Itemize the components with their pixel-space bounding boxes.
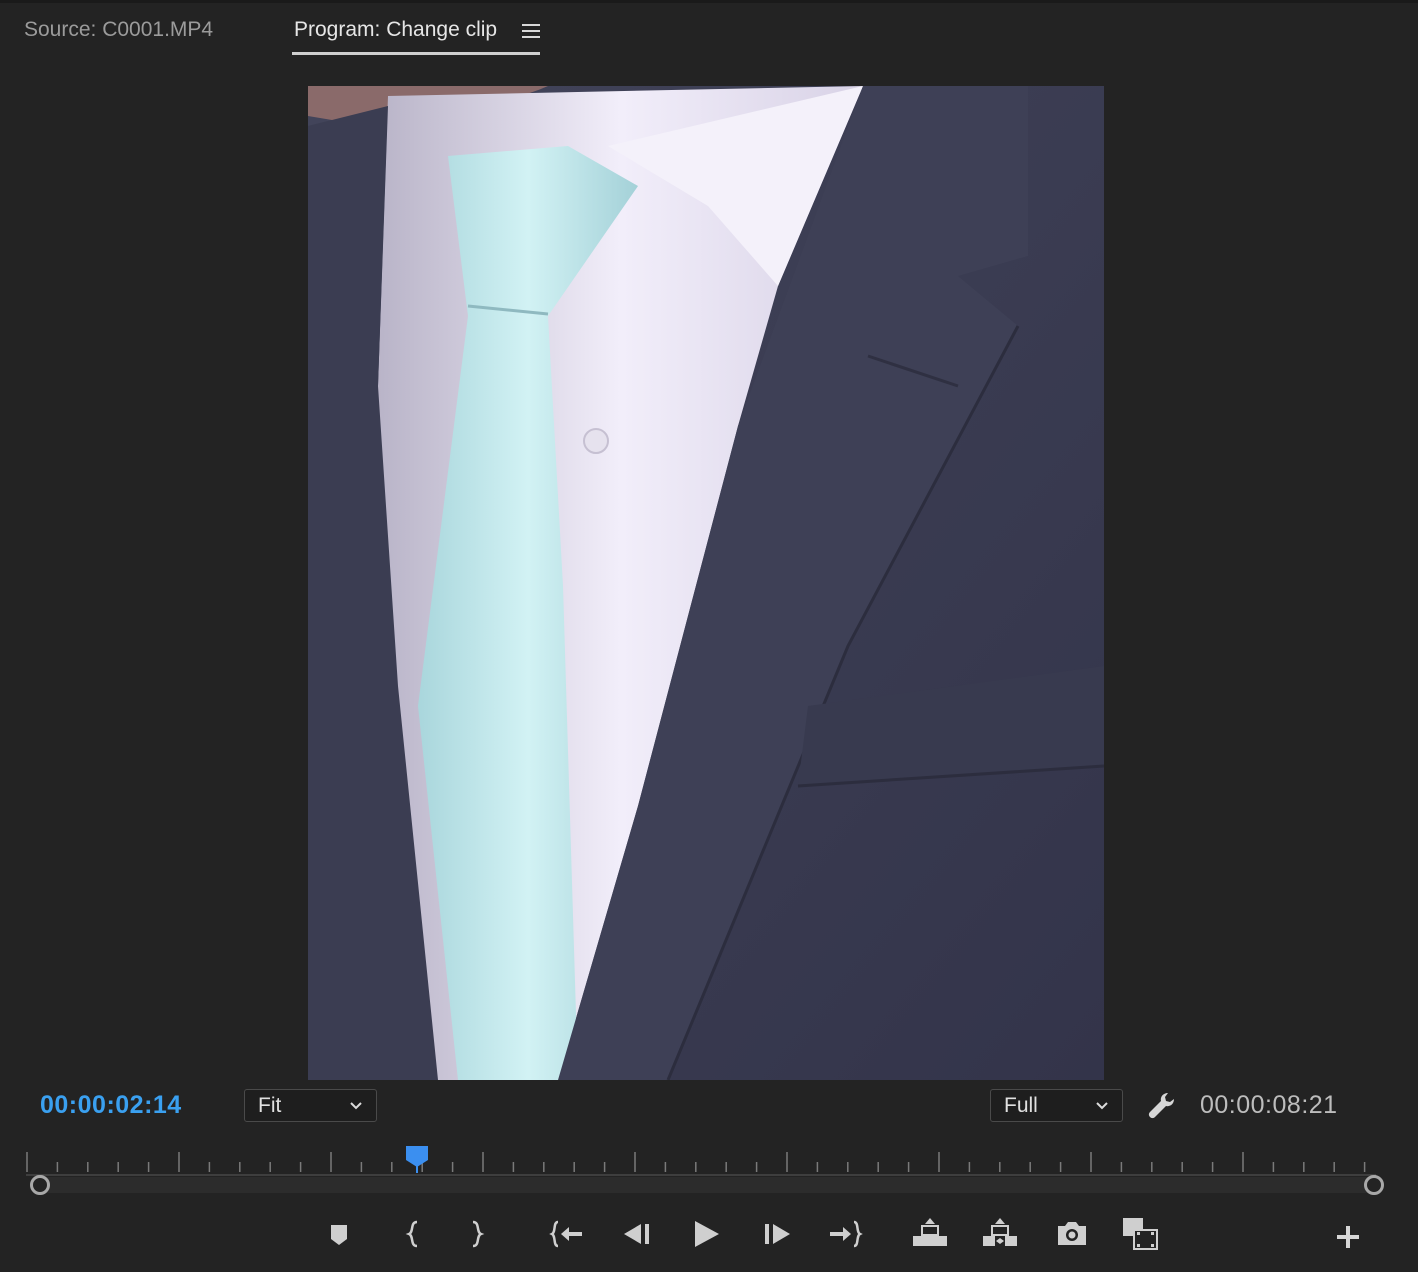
lift-button[interactable] — [910, 1214, 950, 1254]
mark-in-button[interactable] — [393, 1214, 433, 1254]
chevron-down-icon — [350, 1102, 362, 1110]
playback-resolution-value: Full — [1004, 1094, 1038, 1117]
step-forward-icon — [765, 1224, 790, 1244]
step-forward-button[interactable] — [757, 1214, 797, 1254]
step-back-icon — [624, 1224, 649, 1244]
zoom-scrollbar[interactable] — [40, 1177, 1376, 1193]
panel-top-border — [0, 0, 1418, 3]
active-tab-indicator — [292, 52, 540, 55]
tab-source[interactable]: Source: C0001.MP4 — [24, 18, 213, 42]
chevron-down-icon — [1096, 1102, 1108, 1110]
playhead-marker[interactable] — [404, 1145, 430, 1173]
zoom-level-value: Fit — [258, 1094, 282, 1117]
extract-button[interactable] — [980, 1214, 1020, 1254]
mark-in-icon — [405, 1220, 418, 1248]
step-back-button[interactable] — [617, 1214, 657, 1254]
video-frame-image — [308, 86, 1104, 1080]
playback-resolution-dropdown[interactable]: Full — [990, 1089, 1123, 1122]
wrench-icon[interactable] — [1146, 1090, 1178, 1122]
comparison-view-icon — [1123, 1218, 1158, 1250]
zoom-scrollbar-left-handle[interactable] — [30, 1175, 50, 1195]
zoom-level-dropdown[interactable]: Fit — [244, 1089, 377, 1122]
go-to-out-icon — [830, 1220, 863, 1248]
export-frame-button[interactable] — [1052, 1214, 1092, 1254]
lift-icon — [913, 1218, 947, 1246]
time-ruler[interactable] — [26, 1148, 1376, 1176]
add-marker-icon — [331, 1225, 347, 1245]
mark-out-button[interactable] — [457, 1214, 497, 1254]
program-video-frame[interactable] — [308, 86, 1104, 1080]
current-timecode[interactable]: 00:00:02:14 — [40, 1091, 182, 1120]
play-icon — [695, 1221, 719, 1247]
zoom-scrollbar-right-handle[interactable] — [1364, 1175, 1384, 1195]
go-to-out-button[interactable] — [825, 1214, 865, 1254]
play-button[interactable] — [686, 1214, 726, 1254]
extract-icon — [983, 1218, 1017, 1246]
go-to-in-button[interactable] — [547, 1214, 587, 1254]
button-editor-button[interactable] — [1328, 1217, 1368, 1257]
hamburger-icon[interactable] — [522, 24, 540, 40]
program-monitor-panel: Source: C0001.MP4 Program: Change clip 0… — [0, 0, 1418, 1272]
export-frame-icon — [1058, 1222, 1086, 1245]
mark-out-icon — [472, 1220, 485, 1248]
button-editor-plus-icon — [1337, 1226, 1359, 1248]
tab-program[interactable]: Program: Change clip — [294, 18, 497, 42]
add-marker-button[interactable] — [319, 1214, 359, 1254]
comparison-view-button[interactable] — [1120, 1214, 1160, 1254]
duration-timecode: 00:00:08:21 — [1200, 1091, 1338, 1119]
go-to-in-icon — [549, 1220, 582, 1248]
